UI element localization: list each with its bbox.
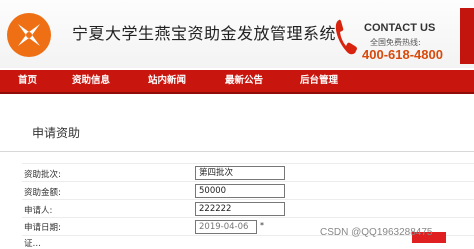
- title-divider: [0, 151, 474, 152]
- phone-icon: [335, 19, 357, 55]
- applicant-field[interactable]: 222222: [195, 202, 285, 216]
- date-field[interactable]: 2019-04-06: [195, 220, 257, 234]
- required-mark: *: [260, 221, 264, 230]
- batch-field[interactable]: 第四批次: [195, 166, 285, 180]
- nav-item-announcements[interactable]: 最新公告: [225, 70, 263, 92]
- nav-item-home[interactable]: 首页: [18, 70, 37, 92]
- nav-item-site-news[interactable]: 站内新闻: [148, 70, 186, 92]
- form-row-divider: [22, 163, 474, 164]
- form-row-divider: [22, 199, 474, 200]
- nav-item-funding-info[interactable]: 资助信息: [72, 70, 110, 92]
- batch-label: 资助批次:: [24, 170, 61, 180]
- next-field-label: 证…: [24, 239, 42, 249]
- watermark: CSDN @QQ1963288475: [320, 227, 433, 238]
- logo-icon: [7, 13, 51, 57]
- header-decoration: [460, 8, 474, 64]
- system-title: 宁夏大学生燕宝资助金发放管理系统: [72, 24, 337, 43]
- site-header: 宁夏大学生燕宝资助金发放管理系统 CONTACT US 全国免费热线: 400-…: [0, 0, 474, 68]
- date-label: 申请日期:: [24, 223, 61, 233]
- contact-title: CONTACT US: [364, 22, 436, 34]
- nav-item-admin[interactable]: 后台管理: [300, 70, 338, 92]
- form-row-divider: [22, 181, 474, 182]
- page-title: 申请资助: [32, 126, 81, 140]
- hotline-number: 400-618-4800: [362, 47, 443, 62]
- applicant-label: 申请人:: [24, 206, 53, 216]
- amount-field[interactable]: 50000: [195, 184, 285, 198]
- amount-label: 资助金额:: [24, 188, 61, 198]
- form-row-divider: [22, 217, 474, 218]
- main-nav: 首页 资助信息 站内新闻 最新公告 后台管理: [0, 70, 474, 94]
